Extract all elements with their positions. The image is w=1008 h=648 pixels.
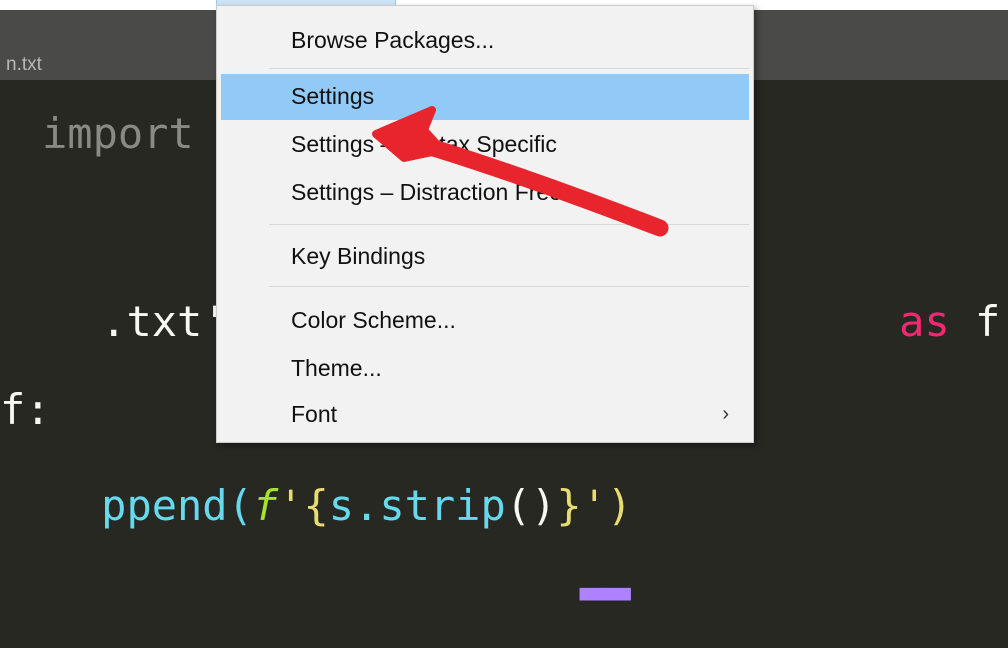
menu-item-key-bindings[interactable]: Key Bindings — [217, 234, 753, 280]
code-line-open: .txt', — [0, 250, 253, 394]
menu-separator — [269, 224, 749, 225]
code-fstring-open: '{ — [278, 481, 329, 530]
code-append: ppend( — [101, 481, 253, 530]
menu-item-color-scheme[interactable]: Color Scheme... — [217, 298, 753, 344]
menu-separator — [269, 286, 749, 287]
code-fstring-close: }') — [556, 481, 633, 530]
menu-item-settings-distraction-free[interactable]: Settings – Distraction Free — [217, 170, 753, 216]
menu-item-browse-packages[interactable]: Browse Packages... — [217, 18, 753, 64]
code-line-as: as f: — [798, 250, 1008, 394]
chevron-right-icon: › — [722, 403, 729, 425]
menu-item-font[interactable]: Font › — [217, 392, 753, 438]
tab-file-label[interactable]: n.txt — [6, 54, 42, 76]
menu-item-label: Browse Packages... — [291, 27, 495, 53]
code-line-for: f: — [0, 385, 51, 434]
code-keyword-as: as — [899, 297, 950, 346]
menu-item-label: Settings – Distraction Free — [291, 179, 563, 205]
menu-item-label: Theme... — [291, 355, 382, 381]
code-fstring-prefix: f — [252, 481, 279, 530]
menu-item-settings-syntax-specific[interactable]: Settings – Syntax Specific — [217, 122, 753, 168]
code-partial-purple: ▂▂ — [580, 551, 631, 600]
menu-item-label: Settings — [291, 83, 375, 109]
preferences-menu: Browse Packages... Settings Settings – S… — [216, 5, 754, 443]
code-line-import: import — [42, 109, 194, 158]
menu-separator — [269, 68, 749, 69]
menu-item-label: Font — [291, 401, 338, 427]
code-parens: () — [505, 481, 557, 530]
menu-item-label: Settings – Syntax Specific — [291, 131, 557, 157]
menu-item-label: Color Scheme... — [291, 307, 456, 333]
menu-item-theme[interactable]: Theme... — [217, 346, 753, 392]
menu-item-label: Key Bindings — [291, 243, 426, 269]
menu-item-settings[interactable]: Settings — [221, 74, 749, 120]
code-line-partial: ▂▂ — [0, 504, 631, 648]
code-var-f: f: — [975, 297, 1008, 346]
code-strip: s.strip — [328, 481, 506, 530]
